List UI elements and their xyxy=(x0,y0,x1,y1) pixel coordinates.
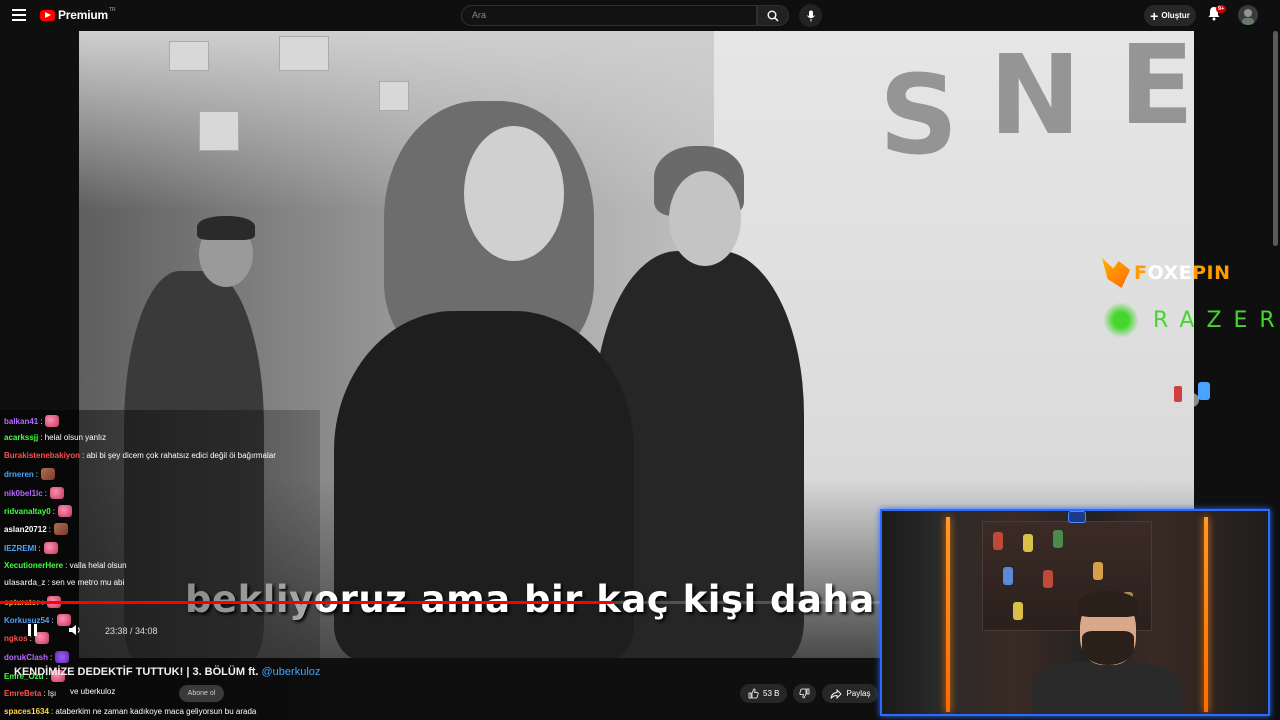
chat-emote-icon xyxy=(57,505,72,517)
chat-username[interactable]: EmreBeta xyxy=(4,689,41,698)
youtube-logo[interactable]: Premium TR xyxy=(40,7,116,22)
chat-message: acarkssjj : helal olsun yanlız xyxy=(4,433,106,442)
chat-username[interactable]: balkan41 xyxy=(4,417,38,426)
chat-emote-icon xyxy=(45,415,60,427)
chat-text: : sen ve metro mu abi xyxy=(47,578,125,587)
action-bar: 53 B Paylaş xyxy=(740,684,879,703)
share-icon xyxy=(831,688,843,699)
brand-region: TR xyxy=(108,7,116,13)
search-box[interactable] xyxy=(461,5,757,26)
like-button[interactable]: 53 B xyxy=(740,684,788,703)
brand-label: Premium xyxy=(58,8,108,22)
chat-username[interactable]: acarkssjj xyxy=(4,433,38,442)
chat-text: : xyxy=(35,469,39,479)
streamer xyxy=(1032,661,1182,714)
channel-info: ve uberkuloz xyxy=(70,687,115,696)
dislike-icon xyxy=(799,688,810,699)
chat-username[interactable]: ridvanaltay0 xyxy=(4,507,51,516)
chat-username[interactable]: XecutionerHere xyxy=(4,561,63,570)
chat-username[interactable]: drneren xyxy=(4,470,34,479)
top-bar: Premium TR + Oluştur 9+ xyxy=(0,0,1280,31)
chat-message: XecutionerHere : valla helal olsun xyxy=(4,561,127,570)
sponsor-mascot-icon xyxy=(1174,382,1210,407)
voice-search-button[interactable] xyxy=(799,4,822,27)
pause-icon[interactable] xyxy=(28,624,38,636)
chat-message: IEZREMI : xyxy=(4,542,58,554)
chat-emote-icon xyxy=(53,523,68,535)
chat-message: drneren : xyxy=(4,468,56,480)
chat-message: dorukClash : xyxy=(4,651,70,663)
chat-username[interactable]: Burakistenebakiyon xyxy=(4,451,80,460)
chat-emote-icon xyxy=(43,542,58,554)
like-icon xyxy=(748,688,759,699)
stream-logo-icon xyxy=(1068,511,1086,523)
notification-count: 9+ xyxy=(1216,5,1227,13)
dislike-button[interactable] xyxy=(793,684,817,703)
share-button[interactable]: Paylaş xyxy=(822,684,879,703)
chat-text: : xyxy=(40,416,43,426)
plus-icon: + xyxy=(1150,7,1159,24)
chat-text: : xyxy=(38,543,41,553)
search-icon xyxy=(767,10,779,22)
chat-message: ulasarda_z : sen ve metro mu abi xyxy=(4,578,124,587)
volume-icon[interactable] xyxy=(68,624,81,636)
chat-username[interactable]: IEZREMI xyxy=(4,544,36,553)
chat-message: spaces1634 : ataberkim ne zaman kadıkoye… xyxy=(4,707,256,716)
chat-username[interactable]: ngkos xyxy=(4,634,28,643)
chat-username[interactable]: Korkusuz54 xyxy=(4,616,49,625)
chat-text: : valla helal olsun xyxy=(65,561,127,570)
chat-text: : abi bi şey dicem çok rahatsız edici de… xyxy=(82,451,276,460)
chat-username[interactable]: spaces1634 xyxy=(4,707,49,716)
search-button[interactable] xyxy=(757,5,789,26)
search-input[interactable] xyxy=(472,10,742,20)
channel-name[interactable]: ve uberkuloz xyxy=(70,687,115,696)
chat-text: : ataberkim ne zaman kadıkoye maca geliy… xyxy=(50,707,257,716)
chat-username[interactable]: dorukClash xyxy=(4,653,48,662)
chat-username[interactable]: nik0bel1lc xyxy=(4,489,43,498)
progress-fill xyxy=(0,601,613,604)
mic-icon xyxy=(806,10,815,21)
fox-icon xyxy=(1102,258,1130,288)
chat-username[interactable]: aslan20712 xyxy=(4,525,47,534)
chat-message: Burakistenebakiyon : abi bi şey dicem ço… xyxy=(4,451,276,460)
chat-message: ngkos : xyxy=(4,632,49,644)
chat-text: : xyxy=(51,615,54,625)
subscribe-button[interactable]: Abone ol xyxy=(179,685,224,702)
razer-snake-icon xyxy=(1103,302,1139,338)
chat-message: balkan41 : xyxy=(4,415,60,427)
page-scrollbar[interactable] xyxy=(1273,31,1278,246)
chat-message: aslan20712 : xyxy=(4,523,68,535)
chat-emote-icon xyxy=(49,487,64,499)
share-label: Paylaş xyxy=(846,689,871,698)
notifications-button[interactable]: 9+ xyxy=(1207,5,1227,24)
chat-emote-icon xyxy=(41,468,56,480)
create-label: Oluştur xyxy=(1161,11,1190,20)
time-display: 23:38 / 34:08 xyxy=(105,626,158,636)
chat-message: EmreBeta : Işı xyxy=(4,689,56,698)
menu-icon[interactable] xyxy=(12,9,26,21)
chat-text: : xyxy=(52,506,55,516)
youtube-logo-icon xyxy=(40,9,55,21)
chat-text: : helal olsun yanlız xyxy=(40,433,107,442)
avatar-icon[interactable] xyxy=(1238,5,1258,25)
mention-link[interactable]: @uberkuloz xyxy=(262,666,321,678)
chat-text: : Işı xyxy=(43,689,57,698)
foxepin-sponsor-logo: FOXEPIN xyxy=(1102,258,1231,288)
razer-sponsor-logo: RAZER xyxy=(1103,302,1280,338)
create-button[interactable]: + Oluştur xyxy=(1144,5,1196,26)
video-title: KENDİMİZE DEDEKTİF TUTTUK! | 3. BÖLÜM ft… xyxy=(14,666,321,678)
like-count: 53 B xyxy=(763,689,780,698)
streamer-webcam xyxy=(880,509,1270,716)
chat-text: : xyxy=(48,524,51,534)
chat-text: : xyxy=(50,652,53,662)
razer-label: RAZER xyxy=(1153,307,1280,333)
progress-bar[interactable] xyxy=(0,601,884,604)
chat-emote-icon xyxy=(55,651,70,663)
chat-username[interactable]: ulasarda_z xyxy=(4,578,45,587)
subtitle-text: oruz ama bir kaç kişi daha xyxy=(313,578,875,621)
chat-message: nik0bel1lc : xyxy=(4,487,64,499)
chat-text: : xyxy=(44,488,47,498)
chat-message: ridvanaltay0 : xyxy=(4,505,72,517)
